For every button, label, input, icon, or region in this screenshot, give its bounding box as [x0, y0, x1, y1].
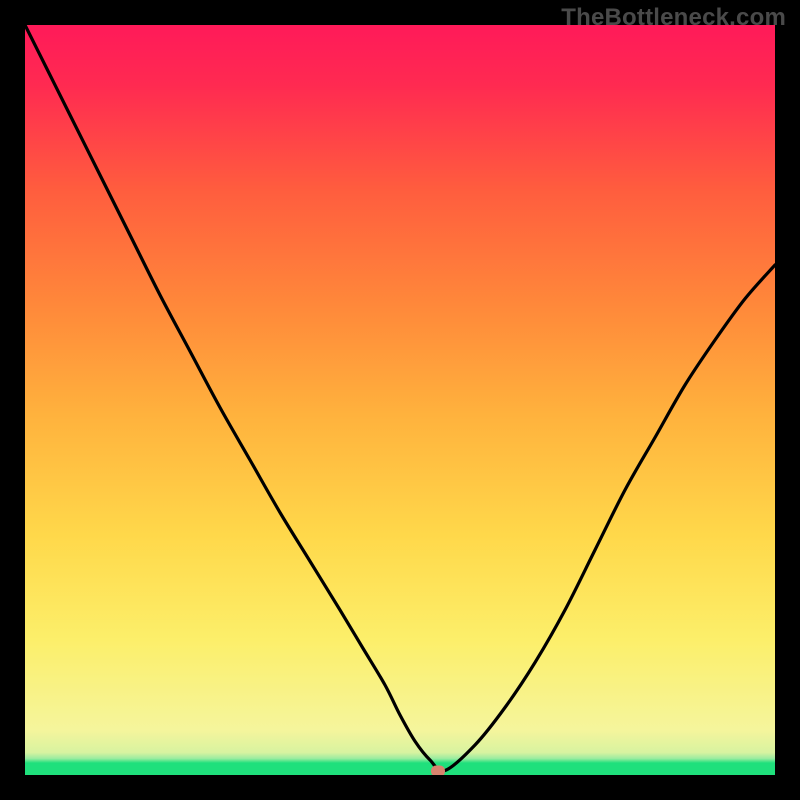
- plot-area: [25, 25, 775, 775]
- watermark-label: TheBottleneck.com: [561, 4, 786, 32]
- curve-layer: [25, 25, 775, 775]
- chart-frame: TheBottleneck.com: [0, 0, 800, 800]
- bottleneck-curve: [25, 25, 775, 771]
- optimal-point-marker: [431, 765, 445, 775]
